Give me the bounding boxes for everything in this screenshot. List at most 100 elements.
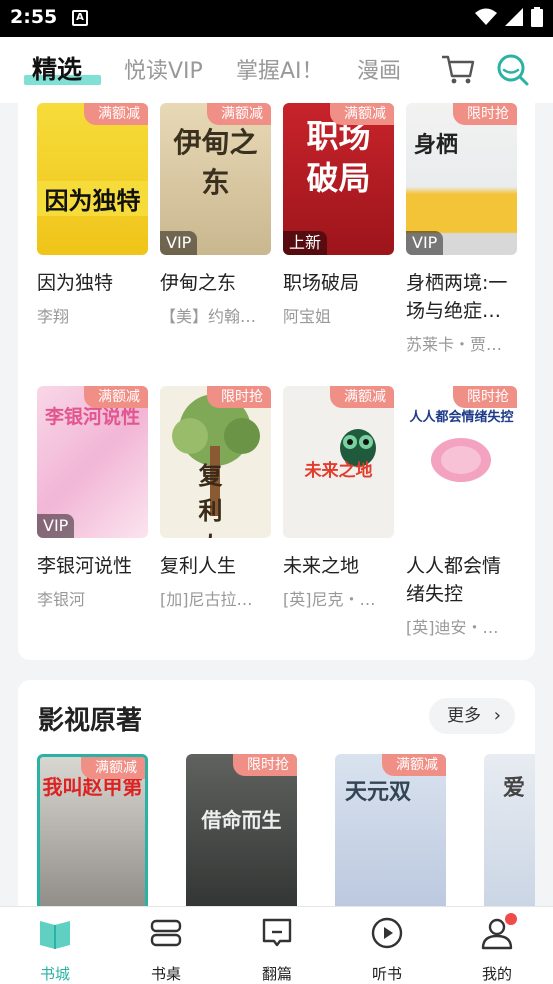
nav-label: 书城	[39, 965, 70, 983]
book-item[interactable]: 天元双 满额减	[335, 754, 446, 920]
book-author: [英]迪安・…	[406, 618, 499, 637]
book-cover[interactable]: 未来之地 满额减	[283, 386, 394, 538]
book-author: 苏莱卡・贾…	[406, 335, 503, 354]
book-cover[interactable]: 李银河说性 满额减 VIP	[37, 386, 148, 538]
tab-vip[interactable]: 悦读VIP	[124, 53, 203, 85]
bookshelf-icon	[150, 919, 182, 947]
message-card-icon	[262, 918, 292, 947]
promo-tag: 限时抢	[453, 386, 517, 408]
promo-tag: 限时抢	[453, 103, 517, 125]
promo-tag: 满额减	[84, 103, 148, 125]
search-icon[interactable]	[494, 51, 530, 87]
book-title: 人人都会情绪失控	[406, 555, 502, 605]
section-title: 影视原著	[38, 706, 143, 736]
status-icons	[475, 7, 543, 27]
book-item[interactable]: 因为独特 满额减 因为独特 李翔	[37, 103, 148, 327]
more-label: 更多	[447, 706, 481, 726]
book-title: 复利人生	[160, 555, 237, 577]
book-item[interactable]: 职场破局 满额减 上新 职场破局 阿宝姐	[283, 103, 394, 327]
tab-ai[interactable]: 掌握AI！	[236, 53, 324, 85]
nav-flip[interactable]: 翻篇	[237, 915, 317, 984]
book-item[interactable]: 复利人生 限时抢 复利人生 [加]尼古拉…	[160, 386, 271, 610]
book-author: [英]尼克・…	[283, 590, 376, 609]
book-author: 【美】约翰…	[160, 307, 257, 326]
cover-text: 职场破局	[306, 117, 371, 197]
cover-text: 伊甸之东	[173, 126, 258, 199]
cover-text: 复利人生	[198, 462, 253, 538]
book-item[interactable]: 未来之地 满额减 未来之地 [英]尼克・…	[283, 386, 394, 610]
bottom-nav: 书城 书桌 翻篇 听书 我的	[0, 906, 553, 984]
promo-tag: 满额减	[81, 757, 145, 779]
nav-label: 书桌	[150, 965, 181, 983]
tab-featured[interactable]: 精选	[32, 50, 82, 86]
vip-badge: VIP	[160, 231, 198, 255]
vip-badge: VIP	[37, 514, 75, 538]
status-time: 2:55	[10, 6, 58, 28]
nav-label: 听书	[371, 965, 402, 983]
book-cover[interactable]: 借命而生 限时抢	[186, 754, 297, 920]
book-cover[interactable]: 复利人生 限时抢	[160, 386, 271, 538]
more-button[interactable]: 更多 ›	[429, 698, 515, 734]
nav-audiobooks[interactable]: 听书	[347, 915, 427, 984]
promo-tag: 限时抢	[233, 754, 297, 776]
book-cover[interactable]: 伊甸之东 满额减 VIP	[160, 103, 271, 255]
book-cover[interactable]: 人人都会情绪失控 限时抢	[406, 386, 517, 538]
chevron-right-icon: ›	[493, 705, 501, 726]
book-item[interactable]: 伊甸之东 满额减 VIP 伊甸之东 【美】约翰…	[160, 103, 271, 327]
signal-icon	[505, 8, 523, 26]
book-title: 伊甸之东	[160, 272, 237, 294]
book-cover[interactable]: 职场破局 满额减 上新	[283, 103, 394, 255]
play-circle-icon	[371, 917, 403, 949]
nav-profile[interactable]: 我的	[457, 913, 537, 984]
notification-icon: A	[72, 10, 88, 26]
promo-tag: 满额减	[330, 103, 394, 125]
cover-text: 借命而生	[201, 808, 282, 832]
book-author: [加]尼古拉…	[160, 590, 253, 609]
cover-text: 未来之地	[304, 461, 373, 481]
cover-text: 天元双	[345, 780, 412, 805]
book-cover[interactable]: 因为独特 满额减	[37, 103, 148, 255]
book-title: 李银河说性	[37, 555, 133, 577]
nav-label: 翻篇	[261, 965, 292, 983]
tab-comics[interactable]: 漫画	[357, 53, 401, 85]
book-open-icon	[40, 921, 70, 949]
book-title: 因为独特	[37, 272, 114, 294]
book-item[interactable]: 爱	[484, 754, 535, 920]
promo-tag: 满额减	[330, 386, 394, 408]
book-cover[interactable]: 爱	[484, 754, 535, 920]
nav-bookstore[interactable]: 书城	[15, 915, 95, 984]
adaptations-section: 影视原著 更多 › 我叫赵甲第 满额减 借命而生 限时抢 天元双 满额减 爱	[18, 680, 535, 920]
book-author: 李翔	[37, 307, 70, 326]
book-title: 职场破局	[283, 272, 360, 294]
book-item[interactable]: 李银河说性 满额减 VIP 李银河说性 李银河	[37, 386, 148, 610]
nav-bookshelf[interactable]: 书桌	[126, 915, 206, 984]
cover-text: 人人都会情绪失控	[409, 410, 514, 425]
promo-tag: 满额减	[207, 103, 271, 125]
book-item[interactable]: 我叫赵甲第 满额减	[37, 754, 148, 920]
book-title: 未来之地	[283, 555, 360, 577]
book-item[interactable]: 人人都会情绪失控 限时抢 人人都会情绪失控 [英]迪安・…	[406, 386, 517, 638]
book-item[interactable]: 借命而生 限时抢	[186, 754, 297, 920]
promo-tag: 满额减	[382, 754, 446, 776]
brain-illustration	[431, 438, 491, 482]
book-title: 身栖两境:一场与绝症…	[406, 272, 508, 322]
book-author: 阿宝姐	[283, 307, 332, 326]
book-grid-card: 因为独特 满额减 因为独特 李翔 伊甸之东 满额减 VIP 伊甸之东 【美】约翰…	[18, 103, 535, 660]
promo-tag: 限时抢	[207, 386, 271, 408]
cart-icon[interactable]	[440, 52, 476, 86]
new-badge: 上新	[283, 231, 328, 255]
promo-tag: 满额减	[84, 386, 148, 408]
cover-text: 身栖	[414, 133, 459, 158]
vip-badge: VIP	[406, 231, 444, 255]
cover-text: 因为独特	[37, 181, 148, 216]
status-bar: 2:55 A	[0, 0, 553, 37]
wifi-icon	[475, 8, 497, 25]
cover-text: 爱	[502, 776, 525, 801]
book-cover[interactable]: 我叫赵甲第 满额减	[37, 754, 148, 920]
book-item[interactable]: 身栖 限时抢 VIP 身栖两境:一场与绝症… 苏莱卡・贾…	[406, 103, 517, 355]
top-tab-bar: 精选 悦读VIP 掌握AI！ 漫画	[0, 37, 553, 103]
book-cover[interactable]: 身栖 限时抢 VIP	[406, 103, 517, 255]
notification-dot	[505, 913, 517, 925]
book-cover[interactable]: 天元双 满额减	[335, 754, 446, 920]
nav-label: 我的	[481, 965, 512, 983]
